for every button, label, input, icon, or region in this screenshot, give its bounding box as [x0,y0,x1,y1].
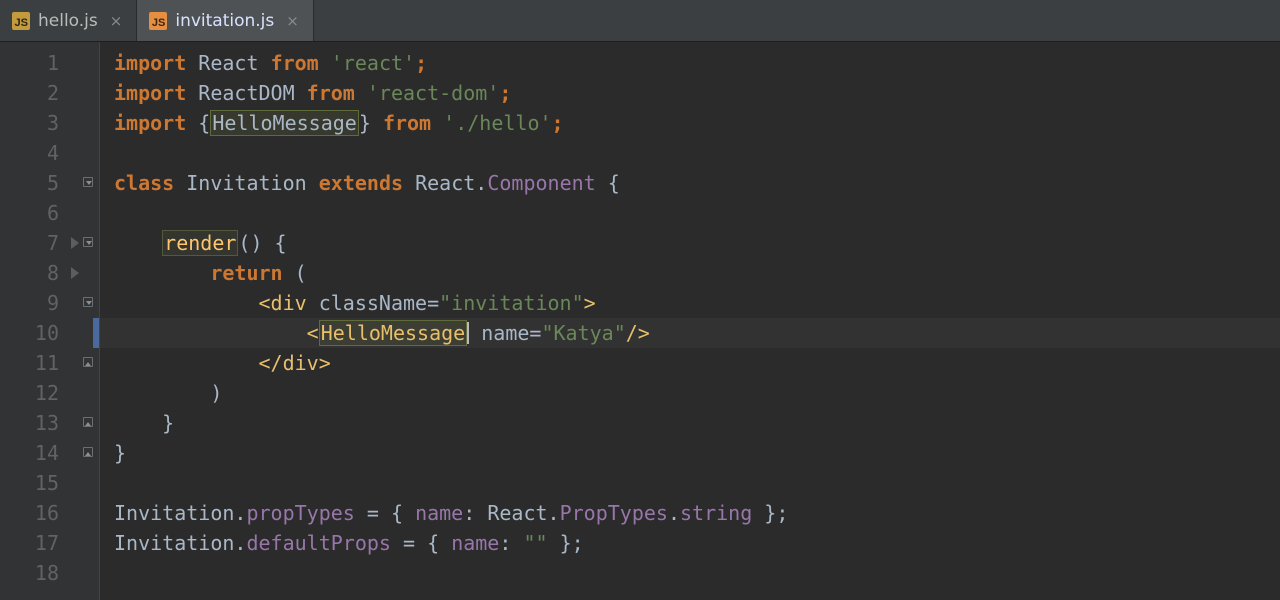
code-line[interactable]: Invitation.defaultProps = { name: "" }; [100,528,1280,558]
line-number: 9 [0,288,99,318]
fold-icon[interactable] [83,357,93,367]
line-number: 17 [0,528,99,558]
line-number: 11 [0,348,99,378]
code-line[interactable]: Invitation.propTypes = { name: React.Pro… [100,498,1280,528]
line-number: 6 [0,198,99,228]
line-number: 4 [0,138,99,168]
code-line[interactable]: ) [100,378,1280,408]
line-number: 5 [0,168,99,198]
line-number: 2 [0,78,99,108]
run-marker-icon[interactable] [71,237,79,249]
code-line[interactable] [100,198,1280,228]
line-number: 3 [0,108,99,138]
line-number: 7 [0,228,99,258]
code-line[interactable]: return ( [100,258,1280,288]
line-number: 15 [0,468,99,498]
tab-label: invitation.js [175,11,274,31]
fold-icon[interactable] [83,417,93,427]
code-line[interactable]: import ReactDOM from 'react-dom'; [100,78,1280,108]
line-number: 1 [0,48,99,78]
code-line[interactable]: } [100,438,1280,468]
close-icon[interactable]: × [286,12,299,30]
line-number: 10 [0,318,99,348]
editor-area: 1 2 3 4 5 6 7 8 9 10 11 12 13 14 15 16 1… [0,42,1280,600]
tab-label: hello.js [38,11,98,31]
js-file-icon: JS [149,12,167,30]
line-number: 16 [0,498,99,528]
line-gutter: 1 2 3 4 5 6 7 8 9 10 11 12 13 14 15 16 1… [0,42,100,600]
code-line[interactable]: render() { [100,228,1280,258]
fold-icon[interactable] [83,447,93,457]
run-marker-icon[interactable] [71,267,79,279]
line-number: 18 [0,558,99,588]
fold-icon[interactable] [83,237,93,247]
close-icon[interactable]: × [110,12,123,30]
fold-icon[interactable] [83,297,93,307]
fold-icon[interactable] [83,177,93,187]
line-number: 8 [0,258,99,288]
code-line[interactable] [100,138,1280,168]
code-line[interactable]: } [100,408,1280,438]
code-line[interactable] [100,558,1280,588]
line-number: 14 [0,438,99,468]
code-line[interactable]: import React from 'react'; [100,48,1280,78]
code-line-current[interactable]: <HelloMessage name="Katya"/> [100,318,1280,348]
code-line[interactable]: <div className="invitation"> [100,288,1280,318]
change-marker [93,318,99,348]
editor-tabs: JS hello.js × JS invitation.js × [0,0,1280,42]
line-number: 13 [0,408,99,438]
code-area[interactable]: import React from 'react'; import ReactD… [100,42,1280,600]
code-line[interactable]: import {HelloMessage} from './hello'; [100,108,1280,138]
code-line[interactable]: class Invitation extends React.Component… [100,168,1280,198]
code-line[interactable]: </div> [100,348,1280,378]
code-line[interactable] [100,468,1280,498]
js-file-icon: JS [12,12,30,30]
tab-hello-js[interactable]: JS hello.js × [0,0,137,41]
highlighted-symbol: HelloMessage [319,320,468,346]
tab-invitation-js[interactable]: JS invitation.js × [137,0,314,41]
highlighted-symbol: render [162,230,238,256]
highlighted-symbol: HelloMessage [210,110,359,136]
line-number: 12 [0,378,99,408]
